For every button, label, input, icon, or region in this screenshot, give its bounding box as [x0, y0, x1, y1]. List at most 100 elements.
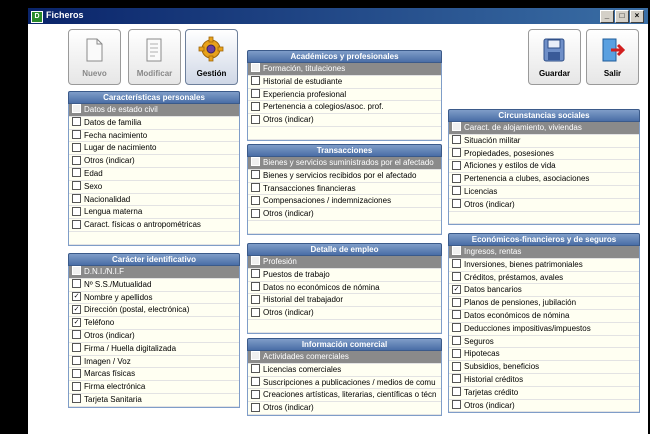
checkbox[interactable] [452, 335, 461, 345]
guardar-button[interactable]: Guardar [528, 29, 581, 85]
checklist-row[interactable]: Situación militar [449, 134, 639, 148]
checklist-row[interactable]: Pertenencia a clubes, asociaciones [449, 173, 639, 186]
checklist-row[interactable]: Bienes y servicios recibidos por el afec… [248, 169, 441, 183]
checkbox[interactable]: ✓ [72, 292, 81, 301]
checkbox[interactable] [72, 330, 81, 340]
checkbox[interactable] [72, 181, 81, 191]
checklist-row[interactable]: Caract. de alojamiento, viviendas [449, 122, 639, 135]
checklist-row[interactable]: Transacciones financieras [248, 182, 441, 196]
checklist-row[interactable]: Firma electrónica [69, 381, 239, 394]
checkbox[interactable] [72, 193, 81, 203]
checkbox[interactable] [251, 402, 260, 412]
checklist-row[interactable]: Suscripciones a publicaciones / medios d… [248, 376, 441, 390]
checkbox[interactable] [452, 246, 461, 256]
checklist-row[interactable]: Datos de familia [69, 116, 239, 130]
checklist-row[interactable]: ✓ Datos bancarios [449, 284, 639, 298]
checklist-row[interactable] [449, 211, 639, 225]
checkbox[interactable] [452, 160, 461, 170]
checkbox[interactable] [251, 208, 260, 218]
checklist-row[interactable]: Subsidios, beneficios [449, 361, 639, 374]
gestion-button[interactable]: Gestión [185, 29, 238, 85]
checklist-row[interactable] [248, 220, 441, 234]
checklist-row[interactable]: Sexo [69, 180, 239, 194]
checklist-row[interactable]: Deducciones impositivas/impuestos [449, 322, 639, 336]
checkbox[interactable] [452, 122, 461, 132]
checklist-row[interactable]: Pertenencia a colegios/asoc. prof. [248, 101, 441, 115]
checkbox[interactable] [251, 170, 260, 180]
checklist-row[interactable]: Lengua materna [69, 206, 239, 220]
salir-button[interactable]: Salir [586, 29, 639, 85]
checkbox[interactable] [251, 63, 260, 73]
checklist-row[interactable]: Historial del trabajador [248, 294, 441, 308]
checklist-row[interactable]: Planos de pensiones, jubilación [449, 297, 639, 310]
checklist-row[interactable] [69, 231, 239, 245]
checklist-row[interactable]: ✓ Dirección (postal, electrónica) [69, 304, 239, 318]
checklist-row[interactable]: Propiedades, posesiones [449, 147, 639, 161]
checklist-row[interactable]: Compensaciones / indemnizaciones [248, 195, 441, 209]
checkbox[interactable] [72, 394, 81, 404]
checklist-row[interactable]: Datos de estado civil [69, 104, 239, 117]
close-button[interactable]: × [630, 10, 644, 23]
checkbox[interactable] [72, 368, 81, 378]
checklist-row[interactable]: Bienes y servicios suministrados por el … [248, 157, 441, 170]
checklist-row[interactable]: Caract. físicas o antropométricas [69, 219, 239, 232]
checkbox[interactable]: ✓ [72, 304, 81, 314]
checkbox[interactable] [452, 399, 461, 409]
checkbox[interactable] [452, 173, 461, 183]
checklist-row[interactable]: Marcas físicas [69, 368, 239, 382]
checklist-row[interactable]: ✓ Nombre y apellidos [69, 291, 239, 305]
checklist-row[interactable]: Formación, titulaciones [248, 63, 441, 76]
checklist-row[interactable]: Otros (indicar) [248, 307, 441, 320]
checklist-row[interactable]: Otros (indicar) [69, 329, 239, 343]
checklist-row[interactable]: ✓ Teléfono [69, 317, 239, 330]
checklist-row[interactable]: Puestos de trabajo [248, 268, 441, 282]
checkbox[interactable] [251, 114, 260, 124]
checkbox[interactable] [72, 168, 81, 178]
checkbox[interactable] [452, 135, 461, 145]
checklist-row[interactable]: Créditos, préstamos, avales [449, 271, 639, 285]
checkbox[interactable]: ✓ [452, 284, 461, 294]
checkbox[interactable] [452, 272, 461, 281]
checkbox[interactable] [452, 374, 461, 384]
checklist-row[interactable]: Otros (indicar) [69, 155, 239, 168]
checkbox[interactable] [72, 266, 81, 276]
checklist-row[interactable]: Datos no económicos de nómina [248, 281, 441, 295]
checklist-row[interactable] [248, 126, 441, 140]
checkbox[interactable] [251, 389, 260, 399]
checkbox[interactable] [251, 76, 260, 86]
checkbox[interactable] [251, 364, 260, 374]
checkbox[interactable] [72, 117, 81, 127]
checkbox[interactable] [251, 101, 260, 111]
checklist-row[interactable]: Otros (indicar) [248, 114, 441, 127]
checkbox[interactable] [72, 381, 81, 391]
checklist-row[interactable]: Tarjeta Sanitaria [69, 393, 239, 407]
checklist-row[interactable]: Creaciones artísticas, literarias, cient… [248, 389, 441, 403]
checklist-row[interactable]: Imagen / Voz [69, 355, 239, 369]
checklist-row[interactable]: Otros (indicar) [248, 208, 441, 221]
checklist-row[interactable]: Licencias [449, 185, 639, 199]
checkbox[interactable] [452, 361, 461, 371]
checkbox[interactable] [72, 155, 81, 165]
checklist-row[interactable]: Hipotecas [449, 348, 639, 362]
checkbox[interactable] [72, 130, 81, 139]
checkbox[interactable] [452, 297, 461, 307]
checklist-row[interactable]: Historial créditos [449, 373, 639, 387]
maximize-button[interactable]: □ [615, 10, 629, 23]
checklist-row[interactable]: Nº S.S./Mutualidad [69, 278, 239, 292]
checklist-row[interactable]: Otros (indicar) [449, 399, 639, 413]
checklist-row[interactable]: Edad [69, 167, 239, 181]
checklist-row[interactable]: Historial de estudiante [248, 75, 441, 89]
checklist-row[interactable]: Aficiones y estilos de vida [449, 160, 639, 174]
checkbox[interactable] [452, 148, 461, 157]
checkbox[interactable] [251, 256, 260, 266]
nuevo-button[interactable]: Nuevo [68, 29, 121, 85]
checklist-row[interactable]: Fecha nacimiento [69, 129, 239, 143]
checkbox[interactable] [452, 186, 461, 196]
checklist-row[interactable]: Actividades comerciales [248, 351, 441, 364]
checklist-row[interactable]: Lugar de nacimiento [69, 142, 239, 156]
checklist-row[interactable]: Ingresos, rentas [449, 246, 639, 259]
checkbox[interactable] [72, 206, 81, 216]
checkbox[interactable] [251, 195, 260, 205]
checklist-row[interactable]: Datos económicos de nómina [449, 309, 639, 323]
checklist-row[interactable]: Firma / Huella digitalizada [69, 342, 239, 356]
